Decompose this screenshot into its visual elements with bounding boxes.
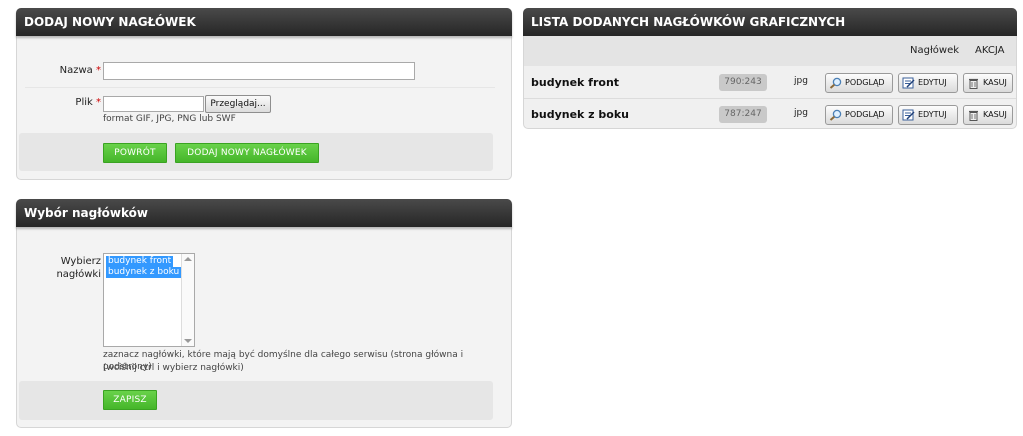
trash-icon bbox=[969, 78, 978, 89]
add-header-panel-title: DODAJ NOWY NAGŁÓWEK bbox=[16, 8, 512, 36]
listbox-option-1[interactable]: budynek front bbox=[106, 256, 174, 267]
name-required-mark: * bbox=[96, 65, 101, 76]
name-label-text: Nazwa bbox=[59, 65, 93, 76]
scroll-down-icon[interactable] bbox=[184, 339, 192, 343]
format-hint: format GIF, JPG, PNG lub SWF bbox=[103, 114, 236, 124]
browse-button[interactable]: Przeglądaj... bbox=[205, 95, 271, 113]
name-input[interactable] bbox=[103, 62, 415, 80]
form-divider bbox=[25, 87, 495, 88]
select-headers-label: Wybierz nagłówki bbox=[41, 255, 101, 281]
preview-button[interactable]: PODGLĄD bbox=[825, 105, 893, 125]
preview-button-label: PODGLĄD bbox=[845, 110, 885, 119]
magnifier-icon bbox=[829, 77, 842, 89]
edit-button[interactable]: EDYTUJ bbox=[898, 73, 958, 93]
preview-button-label: PODGLĄD bbox=[845, 78, 885, 87]
column-header-actions: AKCJA bbox=[975, 45, 1005, 56]
magnifier-icon bbox=[829, 109, 842, 121]
header-selection-panel-title: Wybór nagłówków bbox=[16, 199, 512, 227]
file-required-mark: * bbox=[96, 97, 101, 108]
delete-button-label: KASUJ bbox=[983, 110, 1007, 119]
file-label: Plik * bbox=[47, 97, 101, 108]
trash-icon bbox=[969, 110, 978, 121]
header-selection-panel: Wybór nagłówków Wybierz nagłówki budynek… bbox=[16, 199, 512, 428]
listbox-scrollbar[interactable] bbox=[181, 254, 194, 346]
edit-icon bbox=[902, 77, 915, 89]
add-header-panel: DODAJ NOWY NAGŁÓWEK Nazwa * Plik * Przeg… bbox=[16, 8, 512, 180]
file-extension: jpg bbox=[794, 76, 808, 86]
headers-listbox[interactable]: budynek front budynek z boku bbox=[103, 253, 195, 347]
edit-icon bbox=[902, 109, 915, 121]
table-row: budynek front 790:243 jpg PODGLĄD EDYTUJ bbox=[524, 67, 1016, 98]
add-new-header-button[interactable]: DODAJ NOWY NAGŁÓWEK bbox=[175, 143, 319, 163]
add-button-bar: POWRÓT DODAJ NOWY NAGŁÓWEK bbox=[19, 133, 493, 171]
list-column-header: Nagłówek AKCJA bbox=[524, 36, 1016, 66]
select-headers-label-line2: nagłówki bbox=[56, 269, 101, 280]
back-button[interactable]: POWRÓT bbox=[103, 143, 167, 163]
delete-button[interactable]: KASUJ bbox=[963, 105, 1013, 125]
save-button[interactable]: ZAPISZ bbox=[103, 390, 157, 410]
preview-button[interactable]: PODGLĄD bbox=[825, 73, 893, 93]
save-button-bar: ZAPISZ bbox=[19, 381, 493, 420]
delete-button[interactable]: KASUJ bbox=[963, 73, 1013, 93]
name-label: Nazwa * bbox=[47, 65, 101, 76]
header-name: budynek front bbox=[531, 76, 620, 89]
headers-list-panel-title: LISTA DODANYCH NAGŁÓWKÓW GRAFICZNYCH bbox=[523, 8, 1017, 36]
column-header-name: Nagłówek bbox=[910, 45, 960, 56]
header-name: budynek z boku bbox=[531, 108, 629, 121]
dimensions-badge: 787:247 bbox=[719, 106, 767, 123]
select-headers-label-line1: Wybierz bbox=[60, 256, 101, 267]
headers-list-panel: LISTA DODANYCH NAGŁÓWKÓW GRAFICZNYCH Nag… bbox=[523, 8, 1017, 129]
edit-button[interactable]: EDYTUJ bbox=[898, 105, 958, 125]
table-row: budynek z boku 787:247 jpg PODGLĄD EDYTU… bbox=[524, 99, 1016, 130]
delete-button-label: KASUJ bbox=[983, 78, 1007, 87]
edit-button-label: EDYTUJ bbox=[918, 110, 947, 119]
file-extension: jpg bbox=[794, 108, 808, 118]
file-label-text: Plik bbox=[75, 97, 93, 108]
scroll-up-icon[interactable] bbox=[184, 257, 192, 261]
listbox-option-2[interactable]: budynek z boku bbox=[106, 267, 182, 278]
edit-button-label: EDYTUJ bbox=[918, 78, 947, 87]
file-path-field[interactable] bbox=[103, 96, 204, 112]
dimensions-badge: 790:243 bbox=[719, 74, 767, 91]
ctrl-select-hint: (wciśnij ctrl i wybierz nagłówki) bbox=[103, 363, 244, 373]
